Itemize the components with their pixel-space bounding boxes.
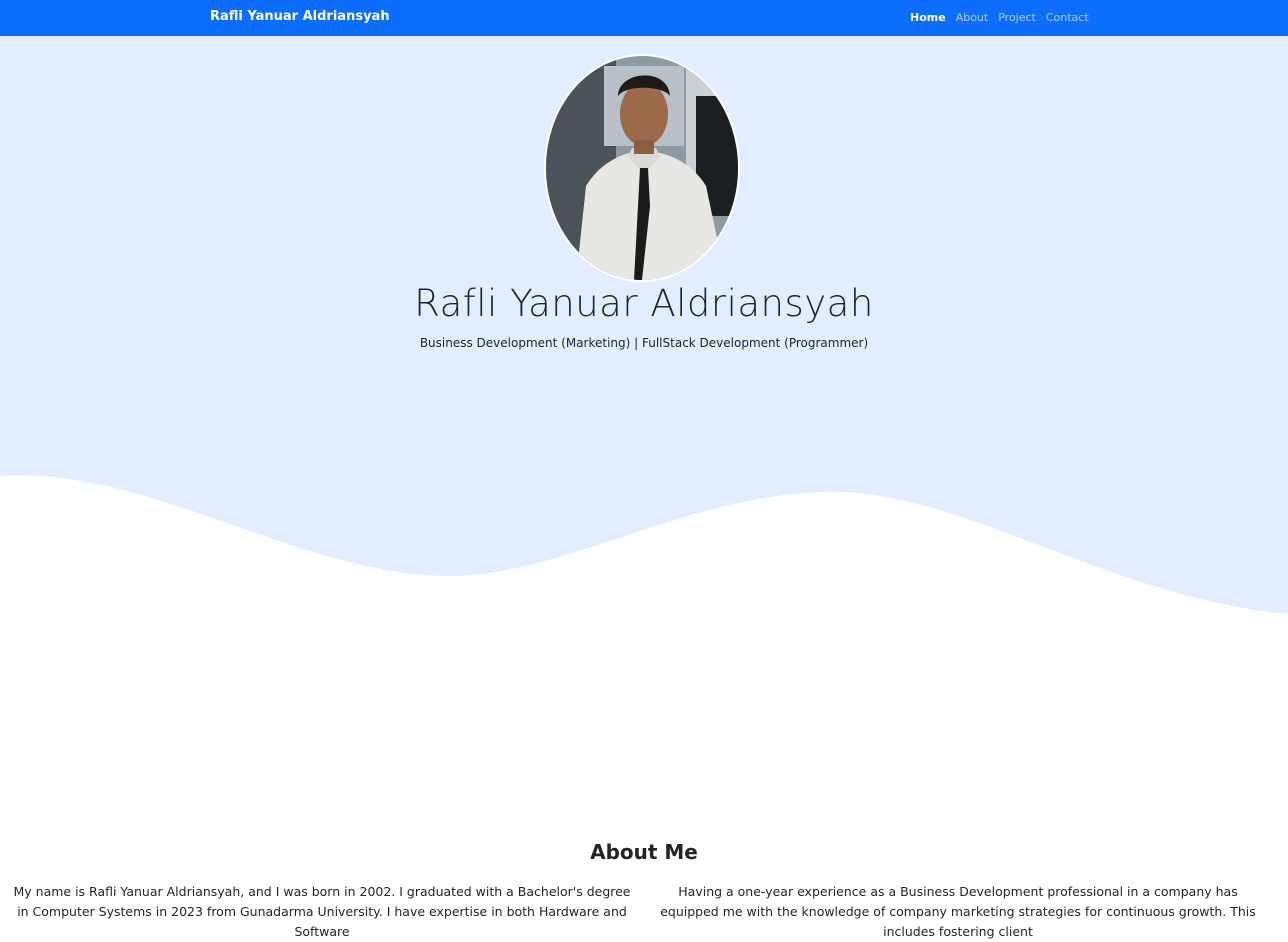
hero-section: Rafli Yanuar Aldriansyah Business Develo… — [0, 36, 1288, 636]
nav-links: Home About Project Contact — [910, 11, 1089, 24]
about-text-left: My name is Rafli Yanuar Aldriansyah, and… — [13, 884, 631, 939]
navbar: Rafli Yanuar Aldriansyah Home About Proj… — [0, 0, 1288, 36]
nav-link-project[interactable]: Project — [998, 11, 1036, 24]
profile-photo — [544, 54, 740, 282]
about-title: About Me — [590, 840, 698, 864]
hero-subtitle: Business Development (Marketing) | FullS… — [419, 336, 869, 350]
nav-link-contact[interactable]: Contact — [1046, 11, 1089, 24]
hero-name: Rafli Yanuar Aldriansyah — [414, 282, 874, 325]
nav-link-about[interactable]: About — [956, 11, 989, 24]
brand-link[interactable]: Rafli Yanuar Aldriansyah — [210, 9, 390, 24]
about-text-right: Having a one-year experience as a Busine… — [660, 884, 1256, 939]
nav-link-home[interactable]: Home — [910, 11, 946, 24]
